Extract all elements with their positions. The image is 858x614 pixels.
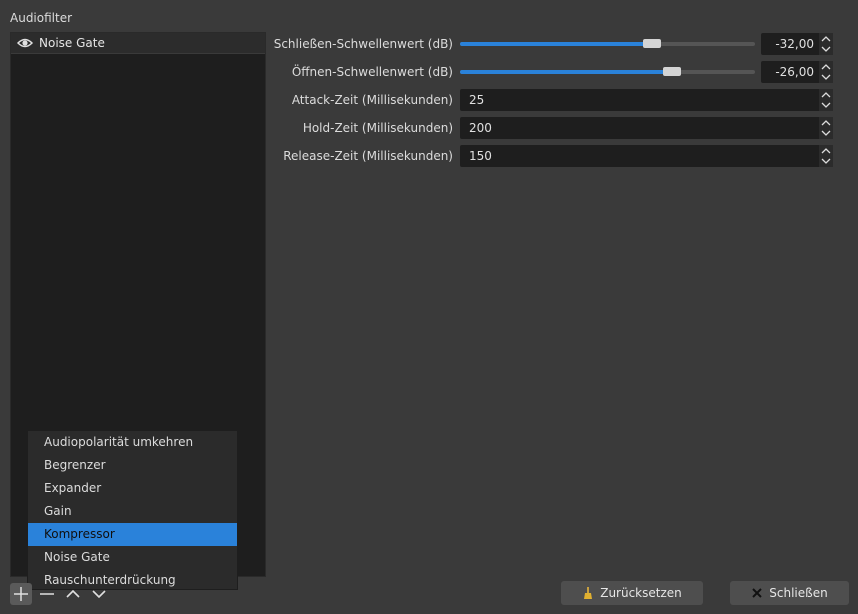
chevron-up-icon	[66, 589, 80, 598]
slider-fill	[460, 70, 673, 74]
spin-arrows	[818, 145, 833, 167]
release-spinbox[interactable]: 150	[460, 145, 833, 167]
attack-value[interactable]: 25	[460, 93, 818, 107]
close-threshold-slider[interactable]	[460, 32, 755, 56]
menu-item-audiopolaritaet[interactable]: Audiopolarität umkehren	[28, 431, 237, 454]
hold-value[interactable]: 200	[460, 121, 818, 135]
open-threshold-label: Öffnen-Schwellenwert (dB)	[291, 65, 453, 79]
add-filter-menu: Audiopolarität umkehren Begrenzer Expand…	[27, 430, 238, 590]
close-button-label: Schließen	[769, 586, 828, 600]
hold-spinbox[interactable]: 200	[460, 117, 833, 139]
add-filter-button[interactable]	[10, 583, 32, 605]
reset-button[interactable]: Zurücksetzen	[561, 581, 703, 605]
slider-handle[interactable]	[663, 67, 682, 76]
open-threshold-value[interactable]: -26,00	[761, 65, 818, 79]
close-button[interactable]: Schließen	[730, 581, 849, 605]
release-value[interactable]: 150	[460, 149, 818, 163]
open-threshold-spinbox[interactable]: -26,00	[761, 61, 833, 83]
spin-up-arrow-icon[interactable]	[819, 89, 833, 100]
spin-down-arrow-icon[interactable]	[819, 72, 833, 83]
spin-up-arrow-icon[interactable]	[819, 145, 833, 156]
menu-item-kompressor[interactable]: Kompressor	[28, 523, 237, 546]
spin-down-arrow-icon[interactable]	[819, 100, 833, 111]
spin-arrows	[818, 61, 833, 83]
spin-up-arrow-icon[interactable]	[819, 33, 833, 44]
menu-item-gain[interactable]: Gain	[28, 500, 237, 523]
release-label: Release-Zeit (Millisekunden)	[283, 149, 453, 163]
prop-release: Release-Zeit (Millisekunden) 150	[270, 144, 842, 168]
menu-item-begrenzer[interactable]: Begrenzer	[28, 454, 237, 477]
spin-arrows	[818, 33, 833, 55]
close-threshold-value[interactable]: -32,00	[761, 37, 818, 51]
spin-arrows	[818, 89, 833, 111]
spin-down-arrow-icon[interactable]	[819, 156, 833, 167]
spin-down-arrow-icon[interactable]	[819, 44, 833, 55]
filter-toolbar	[10, 583, 110, 605]
remove-filter-button[interactable]	[36, 583, 58, 605]
minus-icon	[40, 593, 54, 595]
prop-hold: Hold-Zeit (Millisekunden) 200	[270, 116, 842, 140]
attack-spinbox[interactable]: 25	[460, 89, 833, 111]
spin-up-arrow-icon[interactable]	[819, 117, 833, 128]
eye-icon[interactable]	[17, 37, 33, 49]
open-threshold-slider[interactable]	[460, 60, 755, 84]
menu-item-expander[interactable]: Expander	[28, 477, 237, 500]
broom-icon	[584, 587, 593, 599]
close-icon	[752, 588, 762, 598]
menu-item-noise-gate[interactable]: Noise Gate	[28, 546, 237, 569]
close-threshold-spinbox[interactable]: -32,00	[761, 33, 833, 55]
chevron-down-icon	[92, 590, 106, 599]
spin-up-arrow-icon[interactable]	[819, 61, 833, 72]
move-down-button[interactable]	[88, 583, 110, 605]
close-threshold-label: Schließen-Schwellenwert (dB)	[273, 37, 453, 51]
move-up-button[interactable]	[62, 583, 84, 605]
spin-arrows	[818, 117, 833, 139]
filter-item-noise-gate[interactable]: Noise Gate	[11, 33, 265, 54]
prop-close-threshold: Schließen-Schwellenwert (dB) -32,00	[270, 32, 842, 56]
prop-open-threshold: Öffnen-Schwellenwert (dB) -26,00	[270, 60, 842, 84]
prop-attack: Attack-Zeit (Millisekunden) 25	[270, 88, 842, 112]
slider-handle[interactable]	[642, 39, 661, 48]
slider-fill	[460, 42, 652, 46]
filter-item-label: Noise Gate	[39, 36, 105, 50]
reset-button-label: Zurücksetzen	[600, 586, 682, 600]
plus-icon	[14, 587, 28, 601]
attack-label: Attack-Zeit (Millisekunden)	[291, 93, 453, 107]
section-title: Audiofilter	[10, 11, 73, 25]
hold-label: Hold-Zeit (Millisekunden)	[302, 121, 453, 135]
spin-down-arrow-icon[interactable]	[819, 128, 833, 139]
